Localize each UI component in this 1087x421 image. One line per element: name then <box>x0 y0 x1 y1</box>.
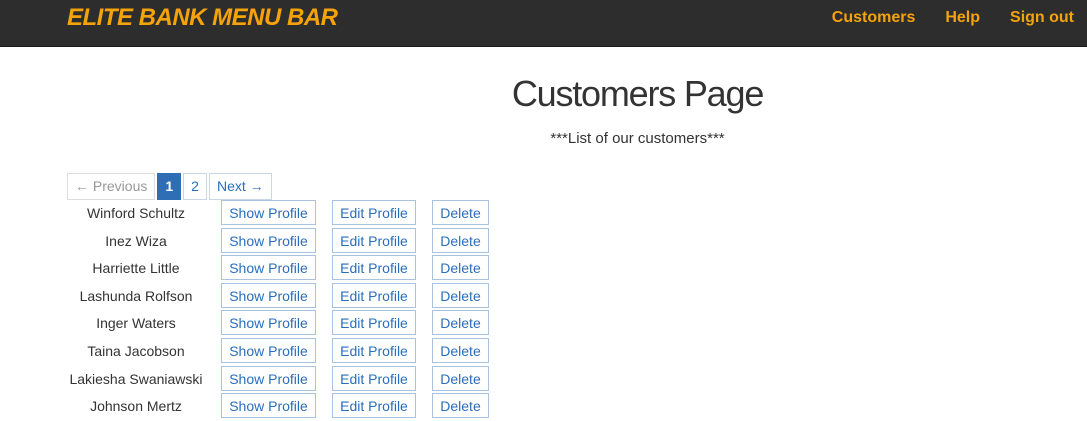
show-profile-button[interactable]: Show Profile <box>221 337 316 363</box>
customer-row: Inez Wiza Show Profile Edit Profile Dele… <box>67 227 497 256</box>
customer-list: Winford Schultz Show Profile Edit Profil… <box>67 200 497 421</box>
customer-name: Inger Waters <box>96 315 176 332</box>
customer-row: Taina Jacobson Show Profile Edit Profile… <box>67 337 497 366</box>
delete-button[interactable]: Delete <box>432 200 489 225</box>
delete-button[interactable]: Delete <box>432 282 489 308</box>
edit-profile-button[interactable]: Edit Profile <box>332 365 416 391</box>
nav-links: Customers Help Sign out <box>832 0 1087 36</box>
delete-button[interactable]: Delete <box>432 310 489 336</box>
customer-name: Johnson Mertz <box>90 398 182 415</box>
show-profile-button[interactable]: Show Profile <box>221 255 316 281</box>
pagination-next[interactable]: Next → <box>208 173 272 200</box>
customer-name: Lashunda Rolfson <box>79 287 193 304</box>
pagination: ← Previous 1 2 Next → <box>67 173 274 200</box>
customer-row: Johnson Mertz Show Profile Edit Profile … <box>67 393 497 421</box>
edit-profile-button[interactable]: Edit Profile <box>332 282 416 308</box>
delete-button[interactable]: Delete <box>432 365 489 391</box>
show-profile-button[interactable]: Show Profile <box>221 365 316 391</box>
customer-row: Winford Schultz Show Profile Edit Profil… <box>67 200 497 228</box>
brand-title[interactable]: ELITE BANK MENU BAR <box>67 4 338 32</box>
delete-button[interactable]: Delete <box>432 337 489 363</box>
nav-signout-link[interactable]: Sign out <box>1010 9 1074 27</box>
edit-profile-button[interactable]: Edit Profile <box>332 200 416 225</box>
customer-name: Harriette Little <box>92 260 180 277</box>
edit-profile-button[interactable]: Edit Profile <box>332 337 416 363</box>
page-title: Customers Page <box>511 73 765 114</box>
customer-name: Winford Schultz <box>86 205 186 221</box>
delete-button[interactable]: Delete <box>432 393 489 419</box>
delete-button[interactable]: Delete <box>432 255 489 281</box>
customer-name: Taina Jacobson <box>87 342 185 359</box>
edit-profile-button[interactable]: Edit Profile <box>332 255 416 281</box>
nav-customers-link[interactable]: Customers <box>832 9 916 27</box>
customer-row: Lakiesha Swaniawski Show Profile Edit Pr… <box>67 365 497 394</box>
show-profile-button[interactable]: Show Profile <box>221 310 316 336</box>
customer-row: Harriette Little Show Profile Edit Profi… <box>67 255 497 283</box>
show-profile-button[interactable]: Show Profile <box>221 282 316 308</box>
edit-profile-button[interactable]: Edit Profile <box>332 227 416 253</box>
customer-row: Lashunda Rolfson Show Profile Edit Profi… <box>67 282 497 311</box>
customer-row: Inger Waters Show Profile Edit Profile D… <box>67 310 497 338</box>
customer-name: Inez Wiza <box>105 232 167 249</box>
navbar: ELITE BANK MENU BAR Customers Help Sign … <box>0 0 1087 47</box>
show-profile-button[interactable]: Show Profile <box>221 200 316 225</box>
show-profile-button[interactable]: Show Profile <box>221 227 316 253</box>
nav-help-link[interactable]: Help <box>945 9 980 27</box>
delete-button[interactable]: Delete <box>432 227 489 253</box>
edit-profile-button[interactable]: Edit Profile <box>332 393 416 419</box>
pagination-previous[interactable]: ← Previous <box>67 173 156 200</box>
pagination-page-1[interactable]: 1 <box>157 173 182 200</box>
show-profile-button[interactable]: Show Profile <box>221 393 316 419</box>
customer-name: Lakiesha Swaniawski <box>69 370 203 387</box>
edit-profile-button[interactable]: Edit Profile <box>332 310 416 336</box>
page-subtitle: ***List of our customers*** <box>550 130 725 147</box>
pagination-page-2[interactable]: 2 <box>183 173 207 200</box>
